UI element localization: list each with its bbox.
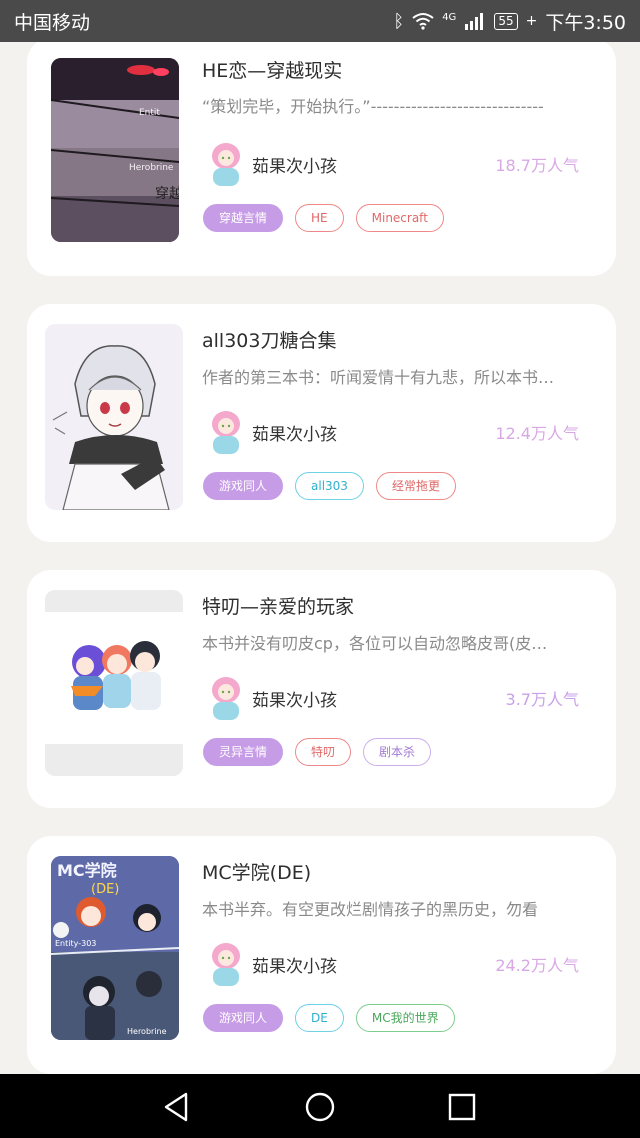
carrier-label: 中国移动 <box>14 11 91 34</box>
tag[interactable]: Minecraft <box>355 204 444 232</box>
tag-list: 游戏同人 all303 经常拖更 <box>203 472 456 500</box>
book-title[interactable]: all303刀糖合集 <box>202 326 336 353</box>
book-cover[interactable] <box>45 590 183 776</box>
book-card[interactable]: Entit Herobrine 穿越 HE恋—穿越现实 “策划完毕，开始执行。”… <box>27 42 616 276</box>
book-title[interactable]: 特叨—亲爱的玩家 <box>202 592 354 619</box>
author-name[interactable]: 茹果次小孩 <box>252 420 337 445</box>
bluetooth-icon: ᛒ <box>393 10 405 32</box>
book-cover[interactable]: MC学院 (DE) Entity-303 Herobrine <box>51 856 179 1040</box>
author-name[interactable]: 茹果次小孩 <box>252 686 337 711</box>
svg-text:Herobrine: Herobrine <box>127 1027 167 1036</box>
tag[interactable]: all303 <box>295 472 364 500</box>
author-avatar <box>212 411 240 454</box>
svg-text:Entity-303: Entity-303 <box>55 939 96 948</box>
book-cover[interactable] <box>45 324 183 510</box>
author-avatar <box>212 143 240 186</box>
author-name[interactable]: 茹果次小孩 <box>252 152 337 177</box>
author-avatar <box>212 943 240 986</box>
signal-icon <box>465 13 484 30</box>
svg-text:(DE): (DE) <box>91 882 119 897</box>
book-title[interactable]: HE恋—穿越现实 <box>202 56 342 83</box>
tag[interactable]: 剧本杀 <box>363 738 432 766</box>
book-description: “策划完毕，开始执行。”----------------------------… <box>202 97 544 116</box>
home-icon[interactable] <box>303 1090 337 1124</box>
charging-icon: + <box>525 13 538 29</box>
tag-list: 游戏同人 DE MC我的世界 <box>203 1004 455 1032</box>
wifi-icon <box>412 13 434 30</box>
tag-list: 灵异言情 特叨 剧本杀 <box>203 738 432 766</box>
recent-apps-icon[interactable] <box>445 1090 479 1124</box>
author-avatar <box>212 677 240 720</box>
book-list[interactable]: Entit Herobrine 穿越 HE恋—穿越现实 “策划完毕，开始执行。”… <box>0 42 640 1074</box>
tag[interactable]: 游戏同人 <box>203 1004 284 1032</box>
book-card[interactable]: all303刀糖合集 作者的第三本书：听闻爱情十有九悲，所以本书… 茹果次小孩 … <box>27 304 616 542</box>
svg-text:穿越: 穿越 <box>155 186 179 202</box>
book-description: 本书并没有叨皮cp，各位可以自动忽略皮哥(皮… <box>202 634 548 653</box>
svg-text:MC学院: MC学院 <box>57 861 117 880</box>
popularity-count: 12.4万人气 <box>495 424 579 443</box>
tag[interactable]: DE <box>295 1004 344 1032</box>
svg-text:Herobrine: Herobrine <box>129 163 174 173</box>
author-name[interactable]: 茹果次小孩 <box>252 952 337 977</box>
svg-text:Entit: Entit <box>139 108 160 118</box>
tag[interactable]: 游戏同人 <box>203 472 284 500</box>
book-title[interactable]: MC学院(DE) <box>202 858 311 885</box>
popularity-count: 3.7万人气 <box>505 690 579 709</box>
tag[interactable]: 灵异言情 <box>203 738 284 766</box>
tag[interactable]: 特叨 <box>295 738 352 766</box>
book-description: 作者的第三本书：听闻爱情十有九悲，所以本书… <box>202 368 555 387</box>
popularity-count: 24.2万人气 <box>495 956 579 975</box>
tag[interactable]: 经常拖更 <box>375 472 456 500</box>
clock: 下午3:50 <box>545 11 626 34</box>
book-cover[interactable]: Entit Herobrine 穿越 <box>51 58 179 242</box>
popularity-count: 18.7万人气 <box>495 156 579 175</box>
book-card[interactable]: MC学院 (DE) Entity-303 Herobrine MC学院(DE) … <box>27 836 616 1074</box>
tag[interactable]: HE <box>295 204 344 232</box>
tag[interactable]: MC我的世界 <box>355 1004 455 1032</box>
back-icon[interactable] <box>160 1090 194 1124</box>
tag-list: 穿越言情 HE Minecraft <box>203 204 444 232</box>
book-card[interactable]: 特叨—亲爱的玩家 本书并没有叨皮cp，各位可以自动忽略皮哥(皮… 茹果次小孩 3… <box>27 570 616 808</box>
network-type: 4G <box>442 11 457 23</box>
navigation-bar <box>0 1074 640 1138</box>
tag[interactable]: 穿越言情 <box>203 204 284 232</box>
book-description: 本书半弃。有空更改烂剧情孩子的黑历史，勿看 <box>202 900 539 919</box>
battery-icon: 55 <box>494 12 518 30</box>
status-bar: 中国移动 ᛒ 4G 55 + 下午3:50 <box>0 0 640 42</box>
status-icons: ᛒ 4G 55 + 下午3:50 <box>393 8 626 35</box>
